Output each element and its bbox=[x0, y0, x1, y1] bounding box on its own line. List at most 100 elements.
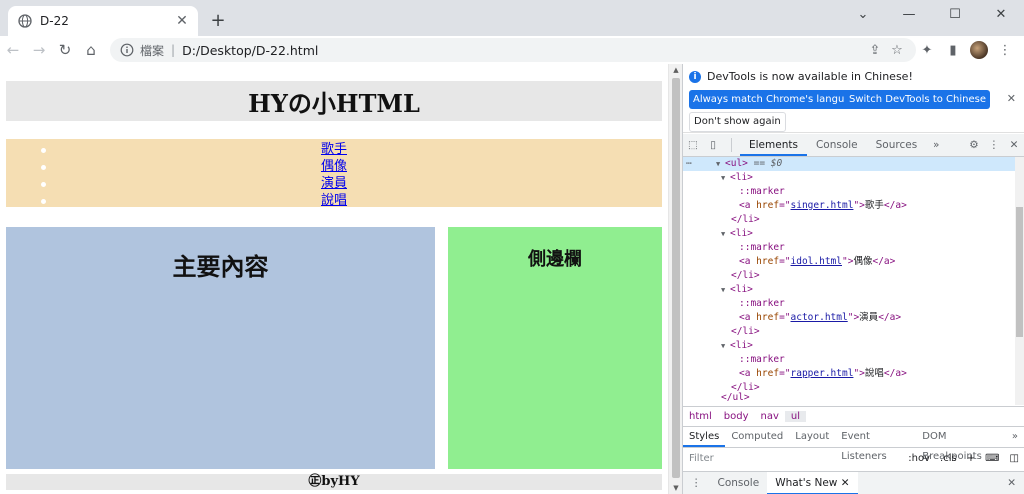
dom-node-li-close[interactable]: </li> bbox=[683, 269, 1015, 283]
tab-elements[interactable]: Elements bbox=[740, 134, 807, 156]
attr-href-value[interactable]: singer.html bbox=[791, 200, 854, 211]
dom-node-marker[interactable]: ::marker bbox=[683, 241, 1015, 255]
reload-icon[interactable]: ↻ bbox=[52, 37, 78, 63]
scrollbar-thumb[interactable] bbox=[1016, 207, 1023, 337]
marker-pseudo: ::marker bbox=[739, 298, 785, 309]
dont-show-again-button[interactable]: Don't show again bbox=[689, 112, 786, 132]
tag-label: </li> bbox=[731, 214, 760, 225]
scrollbar-thumb[interactable] bbox=[672, 78, 680, 478]
tab-close-icon[interactable]: ✕ bbox=[174, 13, 190, 29]
nav-link-idol[interactable]: 偶像 bbox=[321, 159, 347, 174]
dom-node-li-close[interactable]: </li> bbox=[683, 213, 1015, 227]
dom-scrollbar[interactable] bbox=[1015, 157, 1024, 405]
expand-triangle-icon[interactable]: ▼ bbox=[716, 157, 725, 171]
minimize-icon[interactable]: — bbox=[886, 0, 932, 28]
info-icon[interactable] bbox=[120, 43, 134, 57]
subtab-styles[interactable]: Styles bbox=[683, 427, 726, 447]
breadcrumb-body[interactable]: body bbox=[718, 411, 755, 422]
expand-triangle-icon[interactable]: ▼ bbox=[721, 171, 730, 185]
dom-node-li[interactable]: ▼ <li> bbox=[683, 171, 1015, 185]
tag-open: <a bbox=[739, 256, 757, 267]
nav-link-rapper[interactable]: 說唱 bbox=[321, 193, 347, 208]
bookmark-star-icon[interactable]: ☆ bbox=[886, 43, 908, 58]
tag-label: <ul> bbox=[725, 158, 748, 169]
dom-node-li-close[interactable]: </li> bbox=[683, 325, 1015, 339]
dom-node-a[interactable]: <a href="idol.html">偶像</a> bbox=[683, 255, 1015, 269]
new-tab-icon[interactable]: + bbox=[208, 11, 228, 31]
subtab-event-listeners[interactable]: Event Listeners bbox=[835, 427, 916, 462]
menu-kebab-icon[interactable]: ⋮ bbox=[992, 38, 1018, 62]
drawer-tab-console[interactable]: Console bbox=[710, 472, 768, 494]
dom-node-ul-close[interactable]: </ul> bbox=[683, 391, 1015, 405]
devtools-menu-icon[interactable]: ⋮ bbox=[984, 139, 1004, 151]
share-icon[interactable]: ⇪ bbox=[864, 43, 886, 58]
breadcrumb-nav[interactable]: nav bbox=[755, 411, 785, 422]
close-drawer-tab-icon[interactable]: ✕ bbox=[841, 477, 850, 489]
tab-sources[interactable]: Sources bbox=[867, 134, 927, 156]
dom-node-marker[interactable]: ::marker bbox=[683, 353, 1015, 367]
expand-triangle-icon[interactable]: ▼ bbox=[721, 339, 730, 353]
address-bar[interactable]: 檔案 | D:/Desktop/D-22.html ⇪ ☆ bbox=[110, 38, 916, 62]
tab-search-icon[interactable]: ⌄ bbox=[840, 0, 886, 28]
scroll-up-icon[interactable]: ▲ bbox=[669, 64, 683, 76]
url-text[interactable]: D:/Desktop/D-22.html bbox=[182, 43, 864, 58]
cls-toggle-button[interactable]: .cls bbox=[935, 453, 962, 464]
switch-to-chinese-button[interactable]: Switch DevTools to Chinese bbox=[845, 90, 990, 109]
drawer-tab-label: What's New bbox=[775, 477, 838, 489]
forward-icon[interactable]: → bbox=[26, 37, 52, 63]
ellipsis-icon[interactable]: ⋯ bbox=[683, 157, 704, 171]
home-icon[interactable]: ⌂ bbox=[78, 37, 104, 63]
close-devtools-icon[interactable]: ✕ bbox=[1004, 139, 1024, 151]
styles-filter-input[interactable]: Filter bbox=[683, 453, 903, 464]
browser-tab[interactable]: D-22 ✕ bbox=[8, 6, 198, 36]
nav-list: 歌手 偶像 演員 說唱 bbox=[6, 139, 662, 209]
subtab-computed[interactable]: Computed bbox=[725, 427, 789, 447]
extensions-icon[interactable]: ✦ bbox=[914, 38, 940, 62]
maximize-icon[interactable]: ☐ bbox=[932, 0, 978, 28]
tab-console[interactable]: Console bbox=[807, 134, 867, 156]
page-scrollbar[interactable]: ▲ ▼ bbox=[668, 64, 682, 494]
expand-triangle-icon[interactable]: ▼ bbox=[721, 227, 730, 241]
dom-node-a[interactable]: <a href="actor.html">演員</a> bbox=[683, 311, 1015, 325]
dom-node-li[interactable]: ▼ <li> bbox=[683, 283, 1015, 297]
subtab-dom-breakpoints[interactable]: DOM Breakpoints bbox=[916, 427, 1006, 462]
dom-node-a[interactable]: <a href="rapper.html">說唱</a> bbox=[683, 367, 1015, 381]
styles-filter-bar: Filter :hov .cls + ⌨ ◫ bbox=[683, 448, 1024, 468]
dom-node-a[interactable]: <a href="singer.html">歌手</a> bbox=[683, 199, 1015, 213]
breadcrumb-ul[interactable]: ul bbox=[784, 410, 807, 422]
expand-triangle-icon[interactable]: ▼ bbox=[721, 283, 730, 297]
dom-node-marker[interactable]: ::marker bbox=[683, 185, 1015, 199]
back-icon[interactable]: ← bbox=[0, 37, 26, 63]
breadcrumb-html[interactable]: html bbox=[683, 411, 718, 422]
attr-href-value[interactable]: rapper.html bbox=[791, 368, 854, 379]
dom-node-li[interactable]: ▼ <li> bbox=[683, 227, 1015, 241]
dom-node-marker[interactable]: ::marker bbox=[683, 297, 1015, 311]
page-viewport: HYの小HTML 歌手 偶像 演員 說唱 主要內容 側邊欄 ㊣byHY bbox=[0, 64, 668, 494]
settings-gear-icon[interactable]: ⚙ bbox=[964, 139, 984, 151]
rendering-emulation-icon[interactable]: ⌨ bbox=[980, 453, 1004, 464]
more-subtabs-icon[interactable]: » bbox=[1006, 427, 1024, 447]
hov-toggle-button[interactable]: :hov bbox=[903, 453, 935, 464]
toggle-sidebar-icon[interactable]: ◫ bbox=[1005, 453, 1024, 464]
close-banner-icon[interactable]: ✕ bbox=[1007, 92, 1016, 105]
attr-href-value[interactable]: actor.html bbox=[791, 312, 848, 323]
side-panel-icon[interactable]: ▮ bbox=[940, 38, 966, 62]
always-match-language-button[interactable]: Always match Chrome's language bbox=[689, 90, 867, 109]
close-window-icon[interactable]: ✕ bbox=[978, 0, 1024, 28]
devtools-panel: i DevTools is now available in Chinese! … bbox=[682, 64, 1024, 494]
dom-node-li[interactable]: ▼ <li> bbox=[683, 339, 1015, 353]
inspect-element-icon[interactable]: ⬚ bbox=[683, 139, 703, 151]
drawer-tab-whats-new[interactable]: What's New ✕ bbox=[767, 472, 858, 494]
profile-avatar[interactable] bbox=[966, 38, 992, 62]
device-toolbar-icon[interactable]: ▯ bbox=[703, 139, 723, 151]
drawer-menu-icon[interactable]: ⋮ bbox=[683, 472, 710, 494]
scroll-down-icon[interactable]: ▼ bbox=[669, 482, 683, 494]
attr-href-value[interactable]: idol.html bbox=[791, 256, 842, 267]
new-style-rule-icon[interactable]: + bbox=[962, 453, 980, 464]
dom-node-ul[interactable]: ⋯ ▼ <ul> == $0 bbox=[683, 157, 1015, 171]
nav-link-singer[interactable]: 歌手 bbox=[321, 142, 347, 157]
subtab-layout[interactable]: Layout bbox=[789, 427, 835, 447]
nav-link-actor[interactable]: 演員 bbox=[321, 176, 347, 191]
close-drawer-icon[interactable]: ✕ bbox=[999, 472, 1024, 494]
more-tabs-icon[interactable]: » bbox=[926, 139, 946, 151]
